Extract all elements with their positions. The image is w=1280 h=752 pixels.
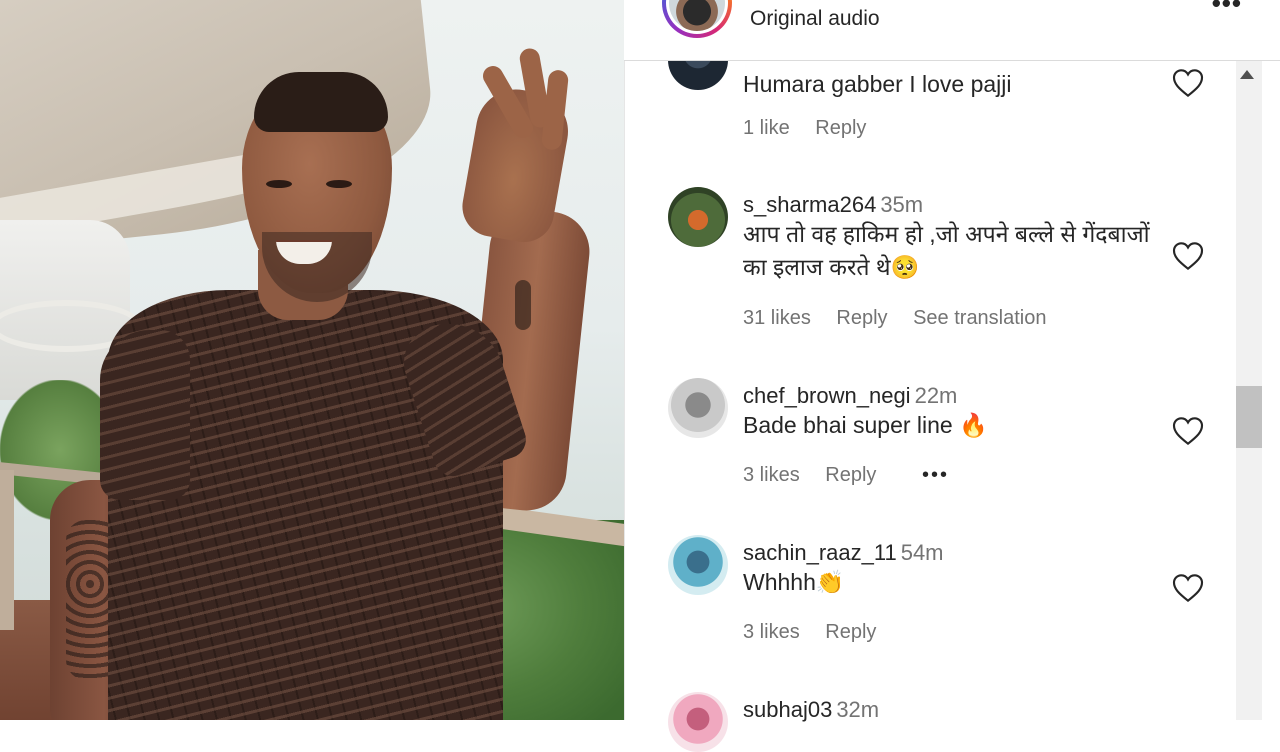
eye bbox=[326, 180, 352, 188]
original-audio-link[interactable]: Original audio bbox=[750, 7, 880, 31]
comment-username[interactable]: chef_brown_negi bbox=[743, 383, 911, 408]
commenter-avatar[interactable] bbox=[668, 378, 728, 438]
like-count[interactable]: 1 like bbox=[743, 117, 790, 139]
wrist-tattoo bbox=[515, 280, 531, 330]
heart-icon[interactable] bbox=[1172, 68, 1204, 98]
person-figure bbox=[0, 0, 624, 720]
commenter-avatar[interactable] bbox=[668, 692, 728, 752]
comment-time: 54m bbox=[900, 540, 944, 565]
comment-time: 32m bbox=[836, 697, 880, 722]
comment-username[interactable]: s_sharma264 bbox=[743, 192, 876, 217]
commenter-avatar[interactable] bbox=[668, 187, 728, 247]
comment-time: 35m bbox=[880, 192, 924, 217]
author-avatar-image bbox=[669, 0, 725, 31]
scroll-up-arrow-icon[interactable] bbox=[1240, 70, 1254, 79]
see-translation-link[interactable]: See translation bbox=[913, 307, 1046, 329]
comment-username[interactable]: subhaj03 bbox=[743, 697, 832, 722]
comment-text: Humara gabber I love pajji bbox=[743, 71, 1012, 97]
comments-panel bbox=[624, 0, 1280, 720]
comment-text: Bade bhai super line 🔥 bbox=[743, 412, 988, 438]
reply-button[interactable]: Reply bbox=[836, 307, 887, 329]
like-count[interactable]: 3 likes bbox=[743, 621, 800, 643]
eye bbox=[266, 180, 292, 188]
commenter-avatar[interactable] bbox=[668, 535, 728, 595]
reel-media[interactable] bbox=[0, 0, 624, 720]
reply-button[interactable]: Reply bbox=[825, 464, 876, 486]
heart-icon[interactable] bbox=[1172, 573, 1204, 603]
comment-username[interactable]: sachin_raaz_11 bbox=[743, 540, 897, 565]
author-avatar[interactable] bbox=[662, 0, 732, 38]
panel-divider bbox=[624, 0, 625, 720]
comment-text: Whhhh👏 bbox=[743, 569, 845, 595]
scrollbar-thumb[interactable] bbox=[1236, 386, 1262, 448]
reply-button[interactable]: Reply bbox=[815, 117, 866, 139]
heart-icon[interactable] bbox=[1172, 416, 1204, 446]
like-count[interactable]: 3 likes bbox=[743, 464, 800, 486]
like-count[interactable]: 31 likes bbox=[743, 307, 811, 329]
more-icon[interactable]: ••• bbox=[1212, 0, 1242, 19]
comment-options-icon[interactable]: ••• bbox=[922, 464, 949, 486]
hair bbox=[254, 72, 388, 132]
post-header: Original audio ••• bbox=[624, 0, 1280, 61]
comment-text: आप तो वह हाकिम हो ,जो अपने बल्ले से गेंद… bbox=[743, 221, 1150, 280]
heart-icon[interactable] bbox=[1172, 241, 1204, 271]
left-sleeve bbox=[100, 330, 190, 500]
comment-time: 22m bbox=[914, 383, 958, 408]
reply-button[interactable]: Reply bbox=[825, 621, 876, 643]
